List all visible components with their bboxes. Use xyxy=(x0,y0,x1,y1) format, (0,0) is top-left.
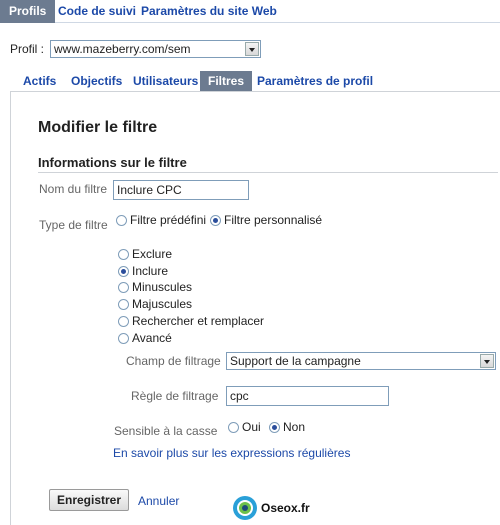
radio-label: Avancé xyxy=(132,331,172,345)
case-sensitive-label: Sensible à la casse xyxy=(114,424,218,438)
section-divider xyxy=(38,172,498,173)
oseox-logo-text: Oseox.fr xyxy=(261,501,310,515)
radio-minuscules[interactable]: Minuscules xyxy=(118,280,192,294)
radio-majuscules[interactable]: Majuscules xyxy=(118,297,192,311)
radio-label: Exclure xyxy=(132,247,173,261)
radio-label: Oui xyxy=(242,420,261,434)
tab-parametres-profil[interactable]: Paramètres de profil xyxy=(257,71,373,91)
chevron-down-icon[interactable] xyxy=(480,354,494,368)
radio-inclure[interactable]: Inclure xyxy=(118,264,168,278)
filter-field-value: Support de la campagne xyxy=(230,354,361,368)
cancel-link[interactable]: Annuler xyxy=(138,494,179,508)
chevron-down-icon[interactable] xyxy=(245,42,260,56)
radio-label: Rechercher et remplacer xyxy=(132,314,265,328)
oseox-logo: Oseox.fr xyxy=(232,495,310,521)
radio-non[interactable]: Non xyxy=(269,420,305,434)
tab-profils[interactable]: Profils xyxy=(0,0,56,23)
sub-tab-bar: Actifs Objectifs Utilisateurs Filtres Pa… xyxy=(0,71,500,91)
filter-rule-label: Règle de filtrage xyxy=(131,389,219,403)
filter-name-value: Inclure CPC xyxy=(117,183,182,197)
radio-unchecked-icon[interactable] xyxy=(118,281,129,293)
tab-actifs[interactable]: Actifs xyxy=(23,71,56,91)
radio-label: Minuscules xyxy=(132,280,193,294)
profile-select-value: www.mazeberry.com/sem xyxy=(54,42,191,56)
tab-parametres-site-web[interactable]: Paramètres du site Web xyxy=(141,0,277,23)
radio-checked-icon[interactable] xyxy=(269,421,280,433)
radio-oui[interactable]: Oui xyxy=(228,420,261,434)
regex-help-link[interactable]: En savoir plus sur les expressions régul… xyxy=(113,446,350,460)
radio-avance[interactable]: Avancé xyxy=(118,331,172,345)
oseox-logo-icon xyxy=(233,496,257,520)
radio-label: Filtre prédéfini xyxy=(130,213,207,227)
page-title: Modifier le filtre xyxy=(38,119,158,136)
tab-filtres[interactable]: Filtres xyxy=(200,71,253,91)
radio-unchecked-icon[interactable] xyxy=(118,332,129,344)
radio-unchecked-icon[interactable] xyxy=(228,421,239,433)
profile-select[interactable]: www.mazeberry.com/sem xyxy=(50,40,262,58)
radio-unchecked-icon[interactable] xyxy=(118,315,129,327)
filter-field-select[interactable]: Support de la campagne xyxy=(226,352,496,370)
filter-rule-value: cpc xyxy=(230,389,249,403)
profile-label: Profil : xyxy=(10,42,45,56)
tab-utilisateurs[interactable]: Utilisateurs xyxy=(133,71,198,91)
filter-field-label: Champ de filtrage xyxy=(126,354,221,368)
radio-unchecked-icon[interactable] xyxy=(118,248,129,260)
radio-label: Filtre personnalisé xyxy=(224,213,323,227)
filter-name-input[interactable]: Inclure CPC xyxy=(113,180,249,200)
radio-label: Majuscules xyxy=(132,297,193,311)
profile-row: Profil : www.mazeberry.com/sem xyxy=(10,40,262,58)
filter-name-label: Nom du filtre xyxy=(39,182,108,196)
radio-filtre-predefini[interactable]: Filtre prédéfini xyxy=(116,213,206,227)
tab-code-de-suivi[interactable]: Code de suivi xyxy=(58,0,136,23)
radio-unchecked-icon[interactable] xyxy=(116,214,127,226)
radio-checked-icon[interactable] xyxy=(118,265,129,277)
tab-objectifs[interactable]: Objectifs xyxy=(71,71,122,91)
radio-unchecked-icon[interactable] xyxy=(118,298,129,310)
radio-checked-icon[interactable] xyxy=(210,214,221,226)
section-title: Informations sur le filtre xyxy=(38,155,187,170)
filter-rule-input[interactable]: cpc xyxy=(226,386,389,406)
radio-exclure[interactable]: Exclure xyxy=(118,247,172,261)
radio-label: Inclure xyxy=(132,264,169,278)
top-tab-bar: Profils Code de suivi Paramètres du site… xyxy=(0,0,500,23)
save-button[interactable]: Enregistrer xyxy=(49,489,130,511)
radio-label: Non xyxy=(283,420,306,434)
radio-filtre-personnalise[interactable]: Filtre personnalisé xyxy=(210,213,322,227)
filter-type-label: Type de filtre xyxy=(39,218,108,232)
radio-rechercher-remplacer[interactable]: Rechercher et remplacer xyxy=(118,314,264,328)
